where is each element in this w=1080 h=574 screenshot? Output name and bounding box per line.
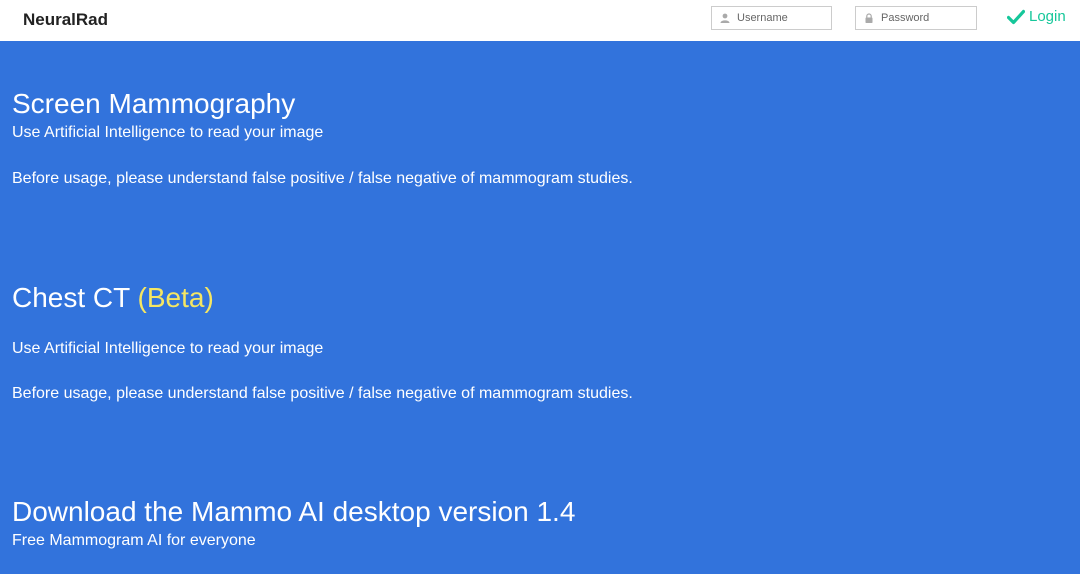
password-input[interactable] xyxy=(881,12,971,24)
login-button[interactable]: Login xyxy=(1007,8,1066,25)
chest-ct-note: Before usage, please understand false po… xyxy=(12,385,633,402)
user-icon xyxy=(720,13,730,23)
login-label: Login xyxy=(1029,8,1066,25)
chest-ct-title-row[interactable]: Chest CT (Beta) xyxy=(12,282,214,314)
brand-logo[interactable]: NeuralRad xyxy=(23,10,108,30)
lock-icon xyxy=(865,13,873,23)
hero-section: Screen Mammography Use Artificial Intell… xyxy=(0,41,1080,574)
download-desktop-subtitle: Free Mammogram AI for everyone xyxy=(12,532,256,549)
checkmark-icon xyxy=(1007,9,1025,24)
screen-mammography-title[interactable]: Screen Mammography xyxy=(12,88,295,120)
username-input[interactable] xyxy=(737,12,827,24)
password-field-wrapper[interactable] xyxy=(855,6,977,30)
username-field-wrapper[interactable] xyxy=(711,6,832,30)
beta-badge: (Beta) xyxy=(137,282,214,313)
chest-ct-subtitle: Use Artificial Intelligence to read your… xyxy=(12,340,324,357)
screen-mammography-subtitle: Use Artificial Intelligence to read your… xyxy=(12,124,324,141)
chest-ct-title: Chest CT xyxy=(12,282,130,313)
screen-mammography-note: Before usage, please understand false po… xyxy=(12,170,633,187)
top-navbar: NeuralRad Login xyxy=(0,0,1080,41)
download-desktop-title[interactable]: Download the Mammo AI desktop version 1.… xyxy=(12,496,575,528)
